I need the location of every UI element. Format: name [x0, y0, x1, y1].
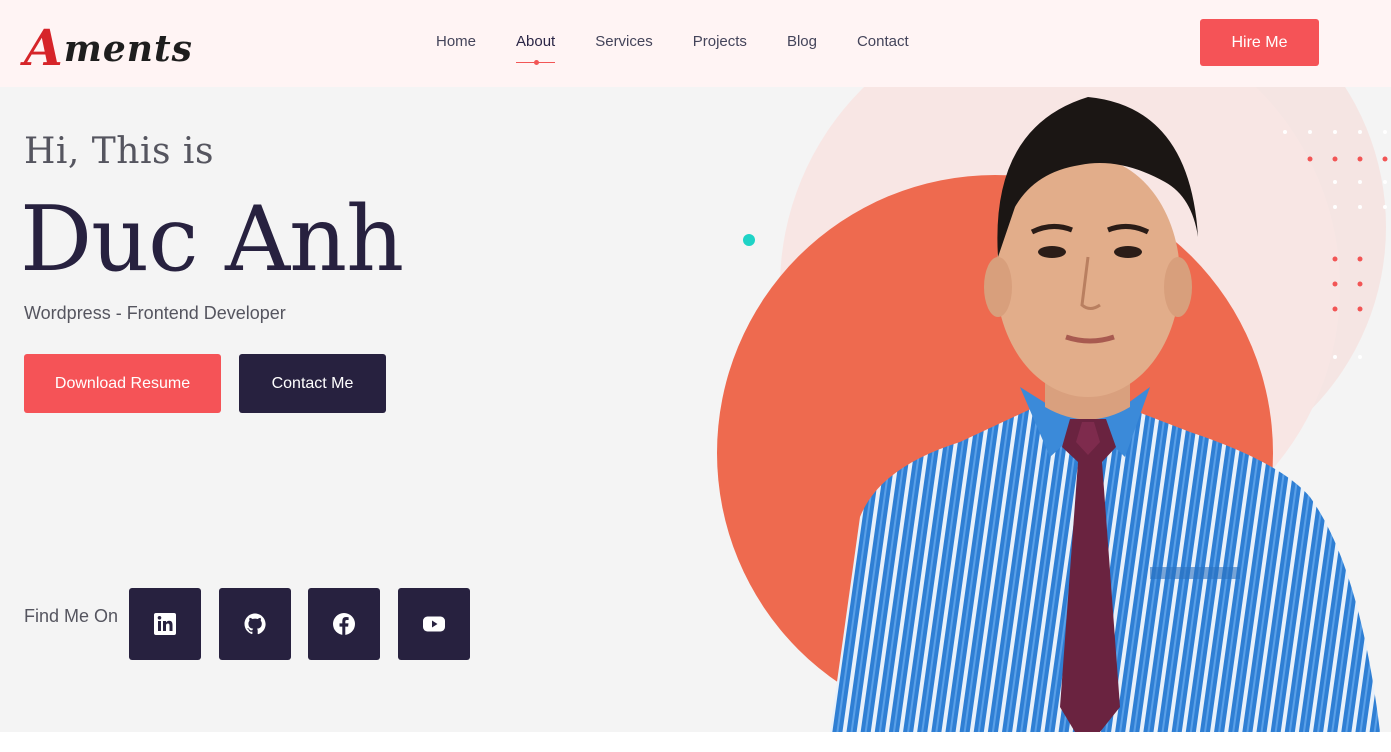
page-bottom-strip — [0, 732, 1391, 752]
youtube-button[interactable] — [398, 588, 470, 660]
nav-item-services[interactable]: Services — [595, 32, 653, 54]
linkedin-button[interactable] — [129, 588, 201, 660]
youtube-icon — [423, 616, 445, 632]
site-header: Aments Home About Services Projects Blog… — [0, 0, 1391, 87]
nav-item-about[interactable]: About — [516, 32, 556, 65]
decorative-dot — [743, 234, 755, 246]
github-icon — [244, 613, 266, 635]
download-resume-button[interactable]: Download Resume — [24, 354, 221, 413]
facebook-button[interactable] — [308, 588, 380, 660]
hero-section: Hi, This is Duc Anh Wordpress - Frontend… — [0, 87, 1391, 732]
hero-name: Duc Anh — [20, 187, 404, 292]
find-me-label: Find Me On — [24, 606, 119, 626]
nav-item-blog[interactable]: Blog — [787, 32, 817, 54]
nav-item-home[interactable]: Home — [436, 32, 476, 54]
hero-role: Wordpress - Frontend Developer — [24, 303, 286, 323]
nav-item-about-label: About — [516, 33, 556, 50]
facebook-icon — [333, 613, 355, 635]
linkedin-icon — [154, 613, 176, 635]
hire-me-button[interactable]: Hire Me — [1200, 19, 1319, 66]
site-logo[interactable]: Aments — [24, 14, 193, 77]
active-nav-indicator — [516, 60, 556, 65]
logo-initial: A — [24, 18, 64, 77]
nav-item-projects[interactable]: Projects — [693, 32, 747, 54]
profile-portrait — [830, 97, 1380, 732]
logo-text: ments — [63, 28, 193, 70]
hero-greeting: Hi, This is — [24, 131, 214, 172]
main-nav: Home About Services Projects Blog Contac… — [436, 32, 949, 65]
nav-item-contact[interactable]: Contact — [857, 32, 909, 54]
contact-me-button[interactable]: Contact Me — [239, 354, 386, 413]
github-button[interactable] — [219, 588, 291, 660]
